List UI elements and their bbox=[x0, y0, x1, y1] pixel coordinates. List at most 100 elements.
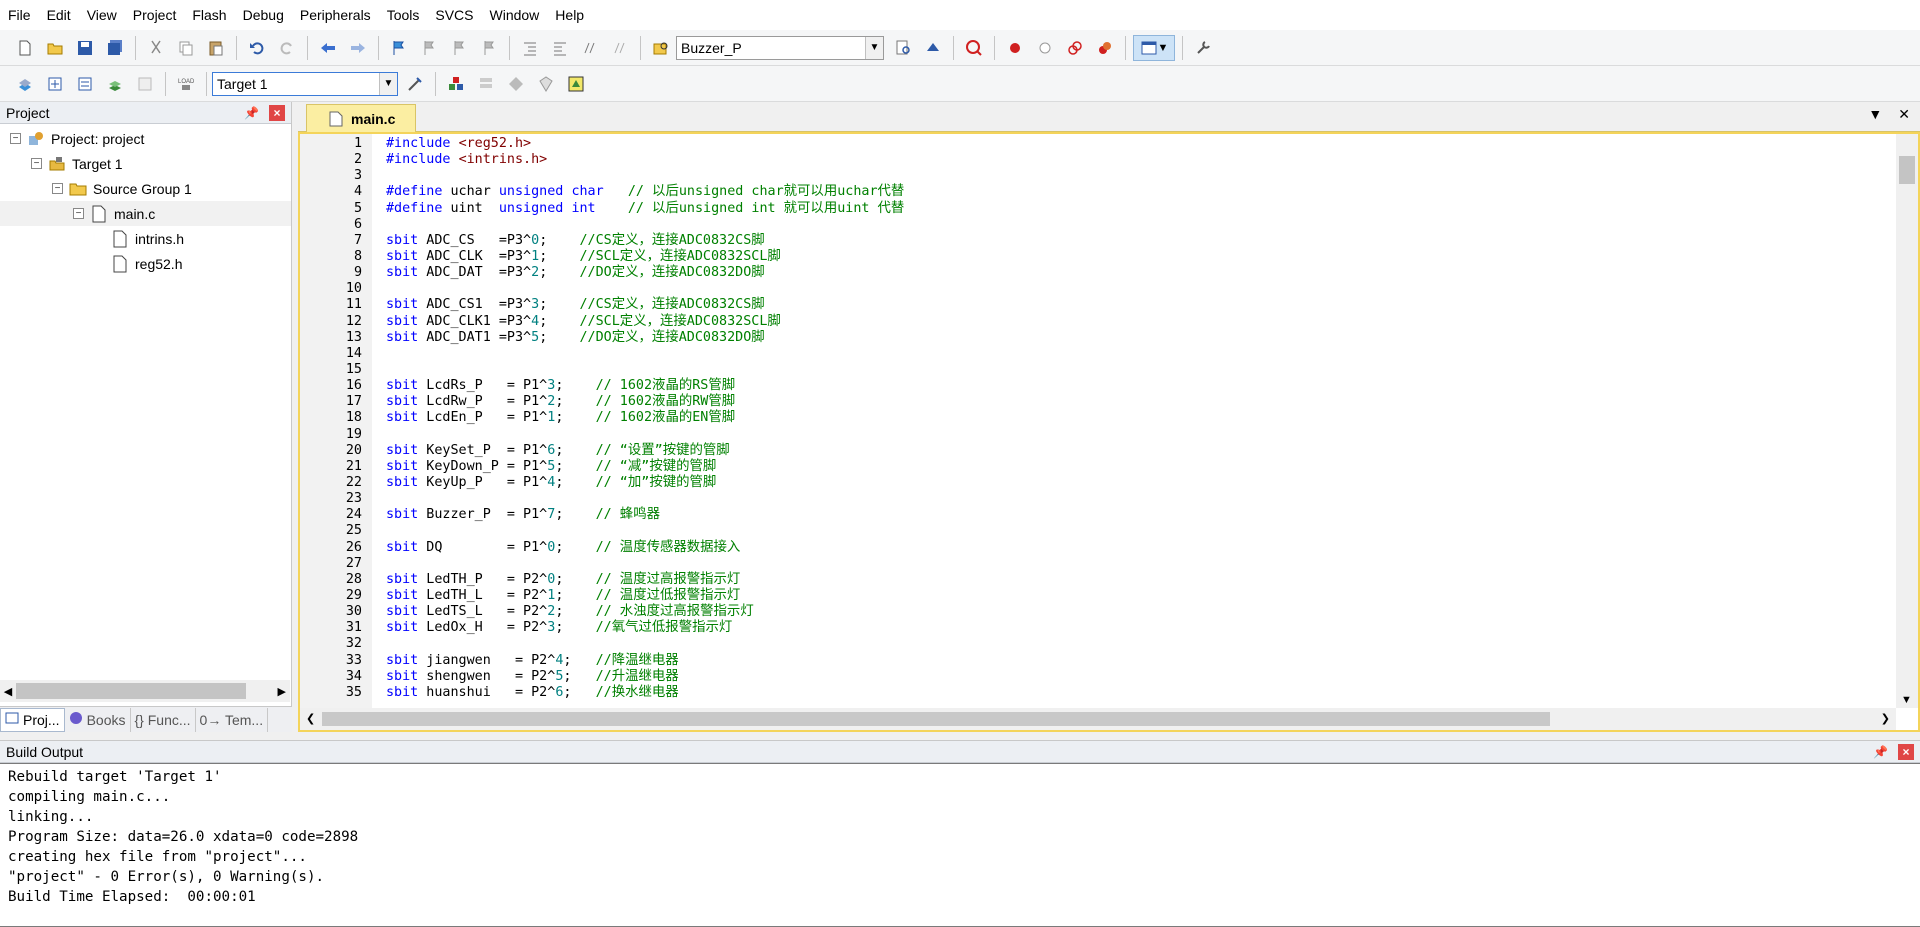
menu-debug[interactable]: Debug bbox=[235, 0, 292, 30]
code-line: 35 sbit huanshui = P2^6; //换水继电器 bbox=[300, 685, 1896, 701]
tree-item[interactable]: intrins.h bbox=[0, 226, 291, 251]
bookmark-next-icon[interactable] bbox=[446, 35, 472, 61]
menu-flash[interactable]: Flash bbox=[184, 0, 234, 30]
select-software-packs-icon[interactable] bbox=[533, 71, 559, 97]
bottom-tab[interactable]: Books bbox=[65, 707, 131, 732]
scroll-right-icon[interactable]: ▶ bbox=[246, 685, 286, 698]
debug-session-icon[interactable] bbox=[961, 35, 987, 61]
code-text: sbit LedTS_L = P2^2; // 水浊度过高报警指示灯 bbox=[386, 604, 754, 620]
incremental-find-icon[interactable] bbox=[920, 35, 946, 61]
editor-hscrollbar[interactable]: ❮ ❯ bbox=[300, 708, 1896, 730]
bookmark-icon[interactable] bbox=[386, 35, 412, 61]
menu-tools[interactable]: Tools bbox=[379, 0, 428, 30]
tree-item[interactable]: reg52.h bbox=[0, 251, 291, 276]
cut-icon[interactable] bbox=[143, 35, 169, 61]
find-icon[interactable] bbox=[890, 35, 916, 61]
tab-list-dropdown-icon[interactable]: ▼ bbox=[1868, 106, 1882, 123]
tree-item[interactable]: − Source Group 1 bbox=[0, 176, 291, 201]
open-folder-icon[interactable] bbox=[42, 35, 68, 61]
stop-build-icon[interactable] bbox=[132, 71, 158, 97]
breakpoint-disable-all-icon[interactable] bbox=[1062, 35, 1088, 61]
code-text: sbit LcdRs_P = P1^3; // 1602液晶的RS管脚 bbox=[386, 378, 736, 394]
translate-icon[interactable] bbox=[12, 71, 38, 97]
copy-icon[interactable] bbox=[173, 35, 199, 61]
collapse-icon[interactable]: − bbox=[31, 158, 42, 169]
close-icon[interactable]: × bbox=[269, 104, 285, 121]
target-options-icon[interactable] bbox=[402, 71, 428, 97]
menu-peripherals[interactable]: Peripherals bbox=[292, 0, 379, 30]
uncomment-icon[interactable] bbox=[607, 35, 633, 61]
bottom-tab[interactable]: Proj... bbox=[0, 707, 65, 732]
scroll-thumb[interactable] bbox=[1899, 156, 1915, 184]
menu-window[interactable]: Window bbox=[482, 0, 548, 30]
manage-components-icon[interactable] bbox=[443, 71, 469, 97]
tree-item[interactable]: − Target 1 bbox=[0, 151, 291, 176]
indent-icon[interactable] bbox=[517, 35, 543, 61]
scroll-right-icon[interactable]: ❯ bbox=[1881, 712, 1890, 725]
collapse-icon[interactable]: − bbox=[52, 183, 63, 194]
undo-icon[interactable] bbox=[244, 35, 270, 61]
scroll-down-icon[interactable]: ▼ bbox=[1901, 694, 1912, 706]
breakpoint-enable-icon[interactable] bbox=[1032, 35, 1058, 61]
bookmark-clear-icon[interactable] bbox=[476, 35, 502, 61]
chevron-down-icon[interactable]: ▼ bbox=[865, 36, 883, 59]
chevron-down-icon[interactable]: ▼ bbox=[379, 72, 397, 95]
paste-icon[interactable] bbox=[203, 35, 229, 61]
code-line: 22 sbit KeyUp_P = P1^4; // “加”按键的管脚 bbox=[300, 475, 1896, 491]
redo-icon[interactable] bbox=[274, 35, 300, 61]
file-extensions-icon[interactable] bbox=[473, 71, 499, 97]
close-editor-icon[interactable]: ✕ bbox=[1898, 106, 1910, 123]
bottom-tab[interactable]: {} Func... bbox=[131, 707, 196, 732]
scroll-left-icon[interactable]: ◀ bbox=[0, 685, 16, 698]
pin-icon[interactable]: 📌 bbox=[244, 106, 259, 120]
build-icon[interactable] bbox=[42, 71, 68, 97]
menu-edit[interactable]: Edit bbox=[39, 0, 79, 30]
comment-icon[interactable] bbox=[577, 35, 603, 61]
save-icon[interactable] bbox=[72, 35, 98, 61]
close-icon[interactable]: × bbox=[1898, 743, 1914, 760]
new-file-icon[interactable] bbox=[12, 35, 38, 61]
code-editor[interactable]: 1 #include <reg52.h> 2 #include <intrins.h>… bbox=[298, 132, 1920, 732]
window-layout-icon[interactable]: ▼ bbox=[1133, 34, 1175, 61]
batch-build-icon[interactable] bbox=[102, 71, 128, 97]
scroll-thumb[interactable] bbox=[322, 712, 1550, 726]
save-all-icon[interactable] bbox=[102, 35, 128, 61]
nav-back-icon[interactable] bbox=[315, 35, 341, 61]
configure-wrench-icon[interactable] bbox=[1190, 35, 1216, 61]
target-select[interactable]: Target 1 ▼ bbox=[212, 71, 398, 96]
scroll-thumb[interactable] bbox=[16, 683, 246, 699]
code-area[interactable]: 1 #include <reg52.h> 2 #include <intrins.h>… bbox=[300, 136, 1896, 708]
menu-project[interactable]: Project bbox=[125, 0, 185, 30]
tree-item[interactable]: − main.c bbox=[0, 201, 291, 226]
build-output-text[interactable]: Rebuild target 'Target 1' compiling main.… bbox=[0, 763, 1920, 927]
menu-file[interactable]: File bbox=[0, 0, 39, 30]
run-time-environment-icon[interactable] bbox=[563, 71, 589, 97]
menu-svcs[interactable]: SVCS bbox=[427, 0, 481, 30]
line-number: 11 bbox=[345, 297, 362, 313]
download-load-icon[interactable]: LOAD bbox=[173, 71, 199, 97]
bookmark-prev-icon[interactable] bbox=[416, 35, 442, 61]
breakpoint-insert-icon[interactable] bbox=[1002, 35, 1028, 61]
bottom-tab[interactable]: 0→ Tem... bbox=[196, 707, 269, 732]
scroll-left-icon[interactable]: ❮ bbox=[306, 712, 315, 725]
pack-installer-icon[interactable] bbox=[503, 71, 529, 97]
rebuild-icon[interactable] bbox=[72, 71, 98, 97]
editor-vscrollbar[interactable]: ▼ bbox=[1896, 134, 1918, 708]
nav-forward-icon[interactable] bbox=[345, 35, 371, 61]
pin-icon[interactable]: 📌 bbox=[1873, 745, 1888, 759]
breakpoint-kill-all-icon[interactable] bbox=[1092, 35, 1118, 61]
separator bbox=[307, 35, 308, 60]
code-line: 17 sbit LcdRw_P = P1^2; // 1602液晶的RW管脚 bbox=[300, 394, 1896, 410]
collapse-icon[interactable]: − bbox=[10, 133, 21, 144]
collapse-icon[interactable]: − bbox=[73, 208, 84, 219]
line-number: 1 bbox=[353, 136, 362, 151]
unindent-icon[interactable] bbox=[547, 35, 573, 61]
project-hscrollbar[interactable]: ◀ ▶ bbox=[0, 680, 290, 702]
tree-item[interactable]: − Project: project bbox=[0, 126, 291, 151]
find-in-files-icon[interactable] bbox=[648, 35, 674, 61]
tab-main-c[interactable]: main.c bbox=[306, 104, 416, 132]
menu-view[interactable]: View bbox=[79, 0, 125, 30]
find-combo[interactable]: Buzzer_P ▼ bbox=[676, 35, 884, 60]
menu-help[interactable]: Help bbox=[547, 0, 592, 30]
